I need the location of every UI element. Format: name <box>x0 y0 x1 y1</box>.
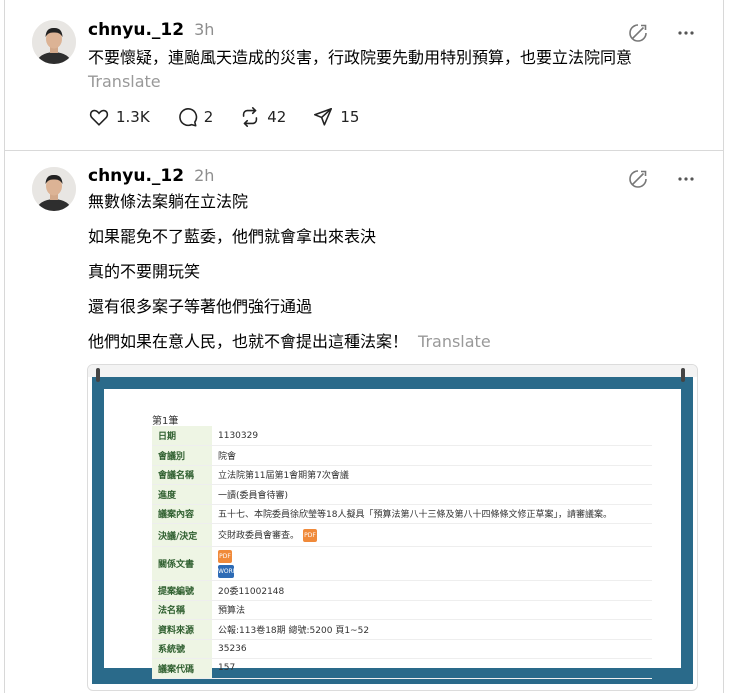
share-icon <box>312 106 334 128</box>
decision-text: 交財政委員會審查。 <box>218 531 300 541</box>
row-key: 關係文書 <box>152 546 212 581</box>
post-paragraph-text: 他們如果在意人民，也就不會提出這種法案！ <box>88 332 409 351</box>
row-value: PDF WORD <box>212 546 652 581</box>
row-key: 會議別 <box>152 445 212 466</box>
table-row: 議案代碼 157 <box>152 658 652 679</box>
share-count: 15 <box>340 108 360 126</box>
embed-top-strip <box>88 365 697 377</box>
row-key: 系統號 <box>152 639 212 659</box>
username[interactable]: chnyu._12 <box>88 166 184 186</box>
not-interested-icon[interactable] <box>627 22 649 44</box>
username[interactable]: chnyu._12 <box>88 20 184 40</box>
table-row: 資料來源 公報:113卷18期 總號:5200 頁1~52 <box>152 619 652 640</box>
row-key: 決議/決定 <box>152 523 212 547</box>
row-value: 一讀(委員會待審) <box>212 484 652 505</box>
row-value: 1130329 <box>212 426 652 446</box>
repost-button[interactable]: 42 <box>239 106 286 128</box>
post-paragraph: 還有很多案子等著他們強行通過 <box>88 297 313 316</box>
document-frame: 第1筆 日期 1130329 會議別 院會 會議名稱 立法院第11屆第1會期第7次會議… <box>92 377 693 684</box>
post-paragraph-last: 他們如果在意人民，也就不會提出這種法案！ Translate <box>88 330 703 354</box>
table-row: 會議名稱 立法院第11屆第1會期第7次會議 <box>152 465 652 485</box>
pdf-icon: PDF <box>218 549 232 563</box>
post-1: chnyu._12 3h 不要懷疑，連颱風天造成的災害，行政院要先動用特別預算，… <box>5 0 723 151</box>
row-value: 20委11002148 <box>212 580 652 601</box>
comment-button[interactable]: 2 <box>176 106 214 128</box>
pdf-icon: PDF <box>303 529 318 542</box>
row-key: 進度 <box>152 484 212 505</box>
post-time[interactable]: 2h <box>194 166 214 185</box>
row-key: 法名稱 <box>152 600 212 620</box>
post-paragraph: 如果罷免不了藍委，他們就會拿出來表決 <box>88 227 377 246</box>
more-icon[interactable] <box>675 22 697 44</box>
bill-record-table: 日期 1130329 會議別 院會 會議名稱 立法院第11屆第1會期第7次會議 進度一… <box>152 426 652 679</box>
row-key: 議案代碼 <box>152 658 212 679</box>
table-row: 日期 1130329 <box>152 426 652 446</box>
row-key: 資料來源 <box>152 619 212 640</box>
row-key: 提案編號 <box>152 580 212 601</box>
word-icon: WORD <box>218 564 237 578</box>
row-value: 公報:113卷18期 總號:5200 頁1~52 <box>212 619 652 640</box>
like-count: 1.3K <box>116 108 150 126</box>
row-value: 立法院第11屆第1會期第7次會議 <box>212 465 652 485</box>
repost-icon <box>239 106 261 128</box>
post-time[interactable]: 3h <box>194 20 214 39</box>
document-sheet: 第1筆 日期 1130329 會議別 院會 會議名稱 立法院第11屆第1會期第7次會議… <box>104 389 681 679</box>
row-value: 35236 <box>212 639 652 659</box>
table-row: 提案編號 20委11002148 <box>152 580 652 601</box>
table-row: 系統號 35236 <box>152 639 652 659</box>
avatar[interactable] <box>32 167 76 211</box>
like-button[interactable]: 1.3K <box>88 106 150 128</box>
not-interested-icon[interactable] <box>627 168 649 190</box>
more-icon[interactable] <box>675 168 697 190</box>
embedded-image[interactable]: 第1筆 日期 1130329 會議別 院會 會議名稱 立法院第11屆第1會期第7次會議… <box>87 364 698 691</box>
comment-icon <box>176 106 198 128</box>
record-title: 第1筆 <box>152 416 179 427</box>
post-paragraph: 真的不要開玩笑 <box>88 262 201 281</box>
table-row: 議案內容 五十七、本院委員徐欣瑩等18人擬具「預算法第八十三條及第八十四條條文修正… <box>152 504 652 524</box>
table-row: 決議/決定 交財政委員會審查。 PDF <box>152 523 652 547</box>
feed-right-border <box>723 0 724 693</box>
avatar[interactable] <box>32 20 76 64</box>
row-key: 議案內容 <box>152 504 212 524</box>
row-value: 交財政委員會審查。 PDF <box>212 523 652 547</box>
share-button[interactable]: 15 <box>312 106 359 128</box>
translate-link[interactable]: Translate <box>418 332 491 351</box>
repost-count: 42 <box>267 108 287 126</box>
heart-icon <box>88 106 110 128</box>
table-row: 關係文書 PDF WORD <box>152 546 652 581</box>
post-text: 不要懷疑，連颱風天造成的災害，行政院要先動用特別預算，也要立法院同意 <box>88 48 633 67</box>
row-value: 院會 <box>212 445 652 466</box>
row-key: 會議名稱 <box>152 465 212 485</box>
binder-clip-right <box>681 368 685 382</box>
row-value: 五十七、本院委員徐欣瑩等18人擬具「預算法第八十三條及第八十四條條文修正草案」，… <box>212 504 652 524</box>
comment-count: 2 <box>203 108 214 126</box>
post-2: chnyu._12 2h 無數條法案躺在立法院 如果罷免不了藍委，他們就會拿出來… <box>5 152 723 693</box>
row-key: 日期 <box>152 426 212 446</box>
translate-link[interactable]: Translate <box>88 70 703 94</box>
binder-clip-left <box>96 368 100 382</box>
row-value: 預算法 <box>212 600 652 620</box>
table-row: 進度 一讀(委員會待審) <box>152 484 652 505</box>
table-row: 會議別 院會 <box>152 445 652 466</box>
row-value: 157 <box>212 658 652 679</box>
post-paragraph: 無數條法案躺在立法院 <box>88 192 249 211</box>
table-row: 法名稱 預算法 <box>152 600 652 620</box>
